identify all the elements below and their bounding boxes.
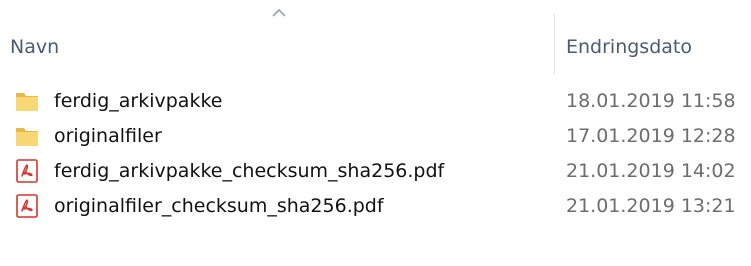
pdf-file-icon xyxy=(16,159,38,183)
file-name: ferdig_arkivpakke xyxy=(54,90,223,112)
chevron-up-icon[interactable] xyxy=(272,8,286,18)
column-header-modified[interactable]: Endringsdato xyxy=(566,30,692,64)
folder-icon xyxy=(16,93,38,111)
pdf-file-icon xyxy=(16,194,38,218)
list-item[interactable]: ferdig_arkivpakke_checksum_sha256.pdf 21… xyxy=(0,154,751,189)
file-list-view: Navn Endringsdato ferdig_arkivpakke 18.0… xyxy=(0,0,751,266)
file-modified-date: 17.01.2019 12:28 xyxy=(566,125,736,147)
list-item[interactable]: originalfiler 17.01.2019 12:28 xyxy=(0,119,751,154)
file-rows: ferdig_arkivpakke 18.01.2019 11:58 origi… xyxy=(0,84,751,224)
file-modified-date: 21.01.2019 13:21 xyxy=(566,195,736,217)
file-modified-date: 21.01.2019 14:02 xyxy=(566,160,736,182)
file-name: ferdig_arkivpakke_checksum_sha256.pdf xyxy=(54,160,445,182)
file-name: originalfiler xyxy=(54,125,162,147)
folder-icon xyxy=(16,128,38,146)
list-item[interactable]: originalfiler_checksum_sha256.pdf 21.01.… xyxy=(0,189,751,224)
file-name: originalfiler_checksum_sha256.pdf xyxy=(54,195,384,217)
file-modified-date: 18.01.2019 11:58 xyxy=(566,90,736,112)
column-divider[interactable] xyxy=(554,14,555,74)
column-header-name[interactable]: Navn xyxy=(10,30,59,64)
list-item[interactable]: ferdig_arkivpakke 18.01.2019 11:58 xyxy=(0,84,751,119)
